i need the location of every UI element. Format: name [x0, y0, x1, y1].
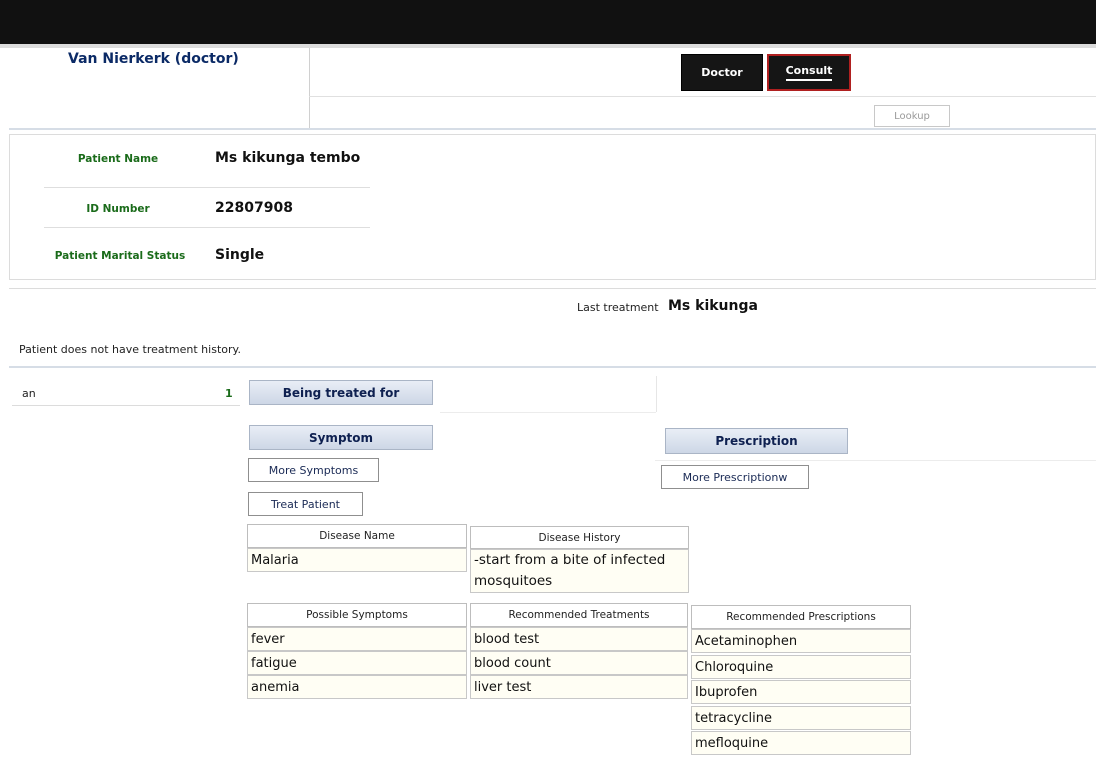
list-item[interactable]: blood count: [470, 651, 688, 675]
list-item[interactable]: blood test: [470, 627, 688, 651]
treatment-value: blood test: [474, 631, 540, 647]
symptom-value: fever: [251, 631, 285, 647]
disease-name-header-label: Disease Name: [319, 530, 395, 542]
header-divider: [309, 48, 310, 128]
prescription-value: mefloquine: [695, 735, 769, 751]
being-treated-for-label: Being treated for: [282, 385, 400, 400]
top-bar: [0, 0, 1096, 44]
more-symptoms-label: More Symptoms: [268, 463, 359, 477]
disease-history-header-label: Disease History: [538, 531, 621, 544]
last-treatment-name: Ms kikunga: [668, 298, 758, 314]
prescription-value: Chloroquine: [695, 659, 774, 675]
list-item[interactable]: tetracycline: [691, 706, 911, 730]
list-item[interactable]: mefloquine: [691, 731, 911, 755]
more-prescriptions-button[interactable]: More Prescriptionw: [661, 465, 809, 489]
prescription-label: Prescription: [715, 434, 798, 448]
more-symptoms-button[interactable]: More Symptoms: [248, 458, 379, 482]
recommended-prescriptions-header: Recommended Prescriptions: [691, 605, 911, 629]
recommended-treatments-header-label: Recommended Treatments: [508, 609, 650, 621]
more-prescriptions-label: More Prescriptionw: [682, 470, 788, 484]
recommended-treatments-header: Recommended Treatments: [470, 603, 688, 627]
treatment-value: liver test: [474, 679, 532, 695]
disease-name-value: Malaria: [251, 552, 299, 568]
disease-history-field[interactable]: -start from a bite of infected mosquitoe…: [470, 549, 689, 593]
consult-button[interactable]: Consult: [767, 54, 851, 91]
patient-name-value: Ms kikunga tembo: [215, 150, 361, 166]
list-item[interactable]: anemia: [247, 675, 467, 699]
doctor-button-label: Doctor: [701, 66, 743, 79]
disease-name-field[interactable]: Malaria: [247, 548, 467, 572]
header-row-divider: [309, 96, 1096, 97]
id-number-value: 22807908: [215, 200, 293, 216]
header-separator: [9, 128, 1096, 130]
prescription-value: Acetaminophen: [695, 633, 798, 649]
top-bar-shadow: [0, 44, 1096, 48]
marital-status-value: Single: [215, 247, 265, 263]
sidebar-item-count: 1: [225, 387, 233, 400]
prescription-value: Ibuprofen: [695, 684, 758, 700]
recommended-prescriptions-header-label: Recommended Prescriptions: [726, 611, 876, 623]
patient-name-label: Patient Name: [77, 153, 159, 165]
possible-symptoms-header: Possible Symptoms: [247, 603, 467, 627]
patient-row-divider: [44, 187, 370, 188]
symptom-header: Symptom: [249, 425, 433, 450]
symptom-label: Symptom: [308, 430, 374, 445]
list-item[interactable]: Chloroquine: [691, 655, 911, 679]
disease-history-header: Disease History: [470, 526, 689, 549]
treat-patient-button[interactable]: Treat Patient: [248, 492, 363, 516]
sidebar-item-divider: [12, 405, 240, 406]
id-number-label: ID Number: [86, 203, 150, 215]
sidebar-item-label[interactable]: an: [22, 387, 36, 400]
prescription-header: Prescription: [665, 428, 848, 454]
lookup-button[interactable]: Lookup: [874, 105, 950, 127]
list-item[interactable]: Ibuprofen: [691, 680, 911, 704]
symptom-value: fatigue: [251, 655, 297, 671]
symptom-value: anemia: [251, 679, 300, 695]
being-treated-for-header: Being treated for: [249, 380, 433, 405]
prescription-value: tetracycline: [695, 710, 772, 726]
faint-divider: [656, 376, 657, 412]
treat-patient-label: Treat Patient: [270, 497, 340, 511]
list-item[interactable]: fatigue: [247, 651, 467, 675]
list-item[interactable]: fever: [247, 627, 467, 651]
possible-symptoms-header-label: Possible Symptoms: [306, 609, 408, 621]
disease-history-value: -start from a bite of infected mosquitoe…: [474, 552, 666, 589]
faint-divider: [440, 412, 656, 413]
consult-button-label: Consult: [785, 64, 833, 81]
user-name: Van Nierkerk (doctor): [68, 51, 239, 67]
last-treatment-label: Last treatment: [577, 301, 659, 314]
no-history-message: Patient does not have treatment history.: [19, 343, 241, 356]
marital-status-label: Patient Marital Status: [54, 250, 186, 262]
doctor-button[interactable]: Doctor: [681, 54, 763, 91]
disease-name-header: Disease Name: [247, 524, 467, 548]
list-item[interactable]: Acetaminophen: [691, 629, 911, 653]
treatment-value: blood count: [474, 655, 551, 671]
list-item[interactable]: liver test: [470, 675, 688, 699]
history-separator: [9, 366, 1096, 368]
patient-row-divider: [44, 227, 370, 228]
lookup-button-label: Lookup: [894, 110, 930, 122]
faint-divider: [655, 460, 1096, 461]
